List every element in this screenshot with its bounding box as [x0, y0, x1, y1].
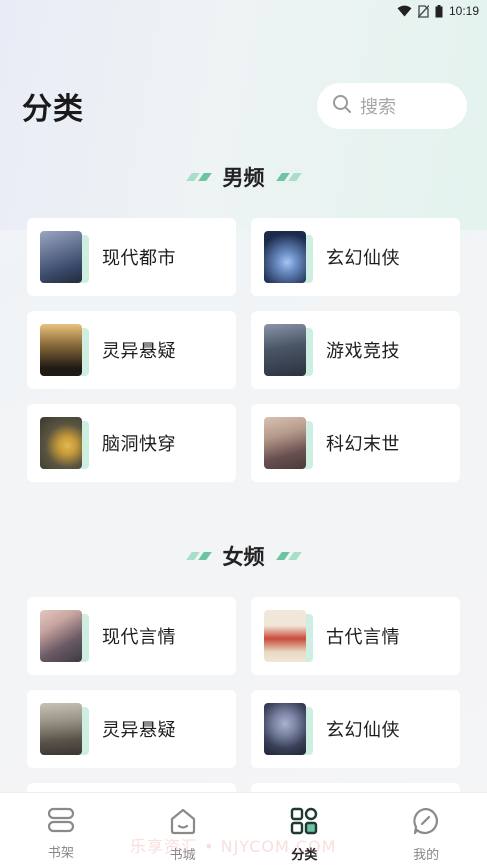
tab-label: 书城	[169, 848, 196, 863]
book-cover-image	[264, 703, 306, 755]
category-card[interactable]: 灵异悬疑	[27, 311, 236, 389]
battery-icon	[435, 4, 443, 18]
status-bar: 10:19	[0, 0, 487, 22]
decor-slashes-icon	[275, 552, 302, 560]
decor-slashes-icon	[185, 173, 212, 181]
bookshelf-icon	[47, 807, 75, 837]
category-icon	[290, 807, 318, 839]
category-card[interactable]: 科幻末世	[251, 404, 460, 482]
category-label: 灵异悬疑	[102, 341, 176, 362]
book-cover-image	[40, 610, 82, 662]
book-cover-image	[264, 610, 306, 662]
category-label: 灵异悬疑	[102, 720, 176, 741]
category-label: 古代言情	[326, 627, 400, 648]
category-card[interactable]: 古代言情	[251, 597, 460, 675]
decor-slashes-icon	[185, 552, 212, 560]
category-card[interactable]: 灵异悬疑	[27, 690, 236, 768]
tab-category[interactable]: 分类	[244, 793, 366, 867]
category-label: 现代言情	[102, 627, 176, 648]
book-cover-image	[40, 324, 82, 376]
book-cover-image	[264, 231, 306, 283]
tab-label: 分类	[291, 848, 318, 863]
book-cover-image	[264, 417, 306, 469]
category-label: 科幻末世	[326, 434, 400, 455]
profile-icon	[412, 807, 440, 839]
page-header: 分类 搜索	[22, 82, 467, 130]
bottom-tab-bar: 书架 书城 分类 我的	[0, 792, 487, 867]
no-sim-icon	[417, 4, 429, 18]
category-card[interactable]: 玄幻仙侠	[251, 218, 460, 296]
category-grid-female: 现代言情 古代言情 灵异悬疑 玄幻仙侠	[27, 597, 460, 768]
tab-label: 书架	[47, 846, 74, 861]
section-title-text: 男频	[222, 166, 265, 190]
book-cover-image	[264, 324, 306, 376]
section-title-female: 女频	[0, 541, 487, 571]
tab-bookshelf[interactable]: 书架	[0, 793, 122, 867]
tab-bookstore[interactable]: 书城	[122, 793, 244, 867]
book-cover-image	[40, 703, 82, 755]
book-cover-image	[40, 417, 82, 469]
search-icon	[332, 94, 352, 118]
status-time: 10:19	[448, 4, 479, 18]
book-cover-image	[40, 231, 82, 283]
section-title-male: 男频	[0, 162, 487, 192]
category-label: 游戏竞技	[326, 341, 400, 362]
bookstore-icon	[169, 807, 197, 839]
page-title: 分类	[22, 92, 84, 127]
category-card[interactable]: 玄幻仙侠	[251, 690, 460, 768]
category-card[interactable]: 现代言情	[27, 597, 236, 675]
section-title-text: 女频	[222, 545, 265, 569]
category-label: 玄幻仙侠	[326, 248, 400, 269]
category-label: 现代都市	[102, 248, 176, 269]
tab-profile[interactable]: 我的	[365, 793, 487, 867]
category-grid-male: 现代都市 玄幻仙侠 灵异悬疑 游戏竞技 脑洞快穿 科幻末世	[27, 218, 460, 482]
category-label: 玄幻仙侠	[326, 720, 400, 741]
search-placeholder: 搜索	[360, 97, 396, 118]
category-card[interactable]: 现代都市	[27, 218, 236, 296]
tab-label: 我的	[413, 848, 440, 863]
decor-slashes-icon	[275, 173, 302, 181]
wifi-icon	[397, 5, 412, 17]
category-card[interactable]: 游戏竞技	[251, 311, 460, 389]
category-card[interactable]: 脑洞快穿	[27, 404, 236, 482]
search-box[interactable]: 搜索	[317, 83, 467, 129]
category-label: 脑洞快穿	[102, 434, 176, 455]
